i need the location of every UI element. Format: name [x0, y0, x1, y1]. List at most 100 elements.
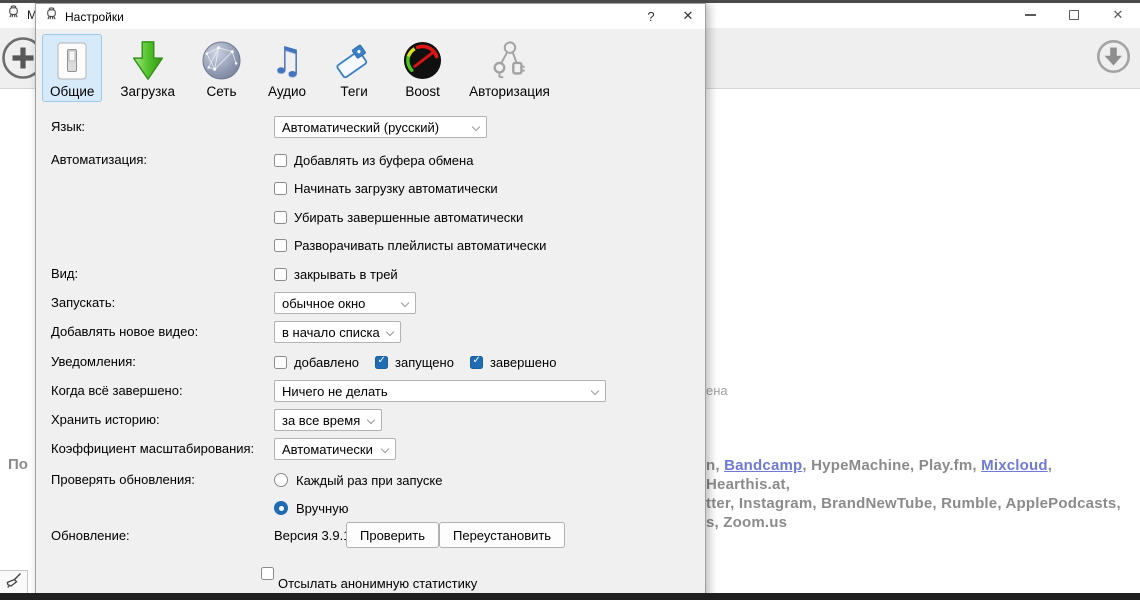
keys-icon	[486, 38, 532, 83]
checkbox-label: завершено	[489, 354, 557, 370]
tab-label: Аудио	[267, 84, 307, 99]
form-row-automation-2: Начинать загрузку автоматически	[51, 176, 693, 200]
sites-text: s, Zoom.us	[706, 514, 788, 531]
dialog-close-button[interactable]: ✕	[673, 4, 703, 29]
launch-label: Запускать:	[51, 295, 116, 310]
tab-general[interactable]: Общие	[42, 34, 103, 102]
checkbox-notify-finished[interactable]: завершено	[469, 350, 557, 374]
radio-dot	[274, 501, 288, 515]
dialog-titlebar[interactable]: Настройки ? ✕	[36, 4, 705, 29]
checkbox-send-anonymous-stats[interactable]	[261, 567, 274, 580]
window-top-edge	[0, 0, 1140, 3]
view-label: Вид:	[51, 266, 79, 281]
checkbox-box	[274, 355, 287, 369]
form-row-view: Вид: закрывать в трей	[51, 262, 693, 286]
form-row-automation-4: Разворачивать плейлисты автоматически	[51, 233, 693, 257]
tab-label: Общие	[50, 84, 95, 99]
scaling-label: Коэффициент масштабирования:	[51, 441, 255, 456]
tab-boost[interactable]: Boost	[394, 34, 451, 102]
reinstall-button[interactable]: Переустановить	[439, 522, 566, 548]
tab-audio[interactable]: ♫ Аудио	[260, 34, 314, 102]
checkbox-box	[375, 355, 389, 369]
bandcamp-link[interactable]: Bandcamp	[724, 457, 802, 474]
select-value: обычное окно	[282, 295, 366, 311]
radio-manual[interactable]: Вручную	[274, 496, 348, 520]
tab-label: Теги	[340, 84, 368, 99]
checkbox-label: Убирать завершенные автоматически	[294, 209, 524, 225]
sites-line-2: tter, Instagram, BrandNewTube, Rumble, A…	[706, 494, 1136, 513]
select-value: в начало списка	[282, 324, 380, 340]
switch-icon	[53, 38, 91, 83]
chevron-down-icon	[400, 298, 410, 307]
checkbox-remove-completed-auto[interactable]: Убирать завершенные автоматически	[274, 205, 523, 229]
background-text-fragment: ена	[706, 383, 728, 398]
supported-sites-text: n, Bandcamp, HypeMachine, Play.fm, Mixcl…	[706, 456, 1136, 532]
form-row-language: Язык: Автоматический (русский)	[51, 115, 693, 139]
help-button[interactable]: ?	[637, 4, 665, 29]
tab-network[interactable]: Сеть	[193, 34, 250, 102]
checkbox-label: Начинать загрузку автоматически	[294, 180, 498, 196]
notifications-label: Уведомления:	[51, 354, 136, 369]
checkbox-expand-playlists-auto[interactable]: Разворачивать плейлисты автоматически	[274, 233, 546, 257]
checkbox-label: Разворачивать плейлисты автоматически	[294, 237, 547, 253]
minimize-button[interactable]	[1008, 8, 1052, 23]
minimize-icon	[1024, 14, 1036, 16]
radio-label: Каждый раз при запуске	[296, 472, 443, 488]
checkbox-box	[469, 355, 483, 369]
tab-tags[interactable]: Теги	[324, 34, 384, 102]
automation-label: Автоматизация:	[51, 152, 147, 167]
tab-download[interactable]: Загрузка	[112, 34, 183, 102]
checkbox-box	[274, 267, 287, 281]
checkbox-box	[274, 181, 287, 195]
brush-icon	[6, 572, 21, 588]
history-select[interactable]: за все время	[274, 409, 382, 431]
app-icon	[6, 5, 21, 25]
launch-mode-select[interactable]: обычное окно	[274, 292, 416, 314]
form-row-update: Обновление: Версия 3.9.17 Проверить Пере…	[51, 522, 693, 550]
select-value: Ничего не делать	[282, 383, 388, 399]
form-row-scaling: Коэффициент масштабирования: Автоматичес…	[51, 437, 693, 461]
close-button[interactable]: ✕	[1096, 8, 1140, 23]
tab-authorization[interactable]: Авторизация	[461, 34, 558, 102]
form-row-launch: Запускать: обычное окно	[51, 291, 693, 315]
tab-label: Загрузка	[120, 84, 175, 99]
add-new-video-label: Добавлять новое видео:	[51, 324, 199, 339]
globe-icon	[201, 38, 242, 83]
radio-check-every-launch[interactable]: Каждый раз при запуске	[274, 468, 442, 492]
sites-text: n,	[706, 457, 725, 474]
checkbox-notify-started[interactable]: запущено	[375, 350, 454, 374]
checkbox-start-download-auto[interactable]: Начинать загрузку автоматически	[274, 176, 498, 200]
settings-dialog: Настройки ? ✕ Общие Загрузка Сеть ♫ Ауди…	[35, 3, 706, 600]
when-done-label: Когда всё завершено:	[51, 383, 183, 398]
checkbox-label: Добавлять из буфера обмена	[294, 152, 474, 168]
chevron-down-icon	[471, 122, 481, 131]
checkbox-box	[274, 210, 287, 224]
checkbox-add-from-clipboard[interactable]: Добавлять из буфера обмена	[274, 148, 473, 172]
maximize-icon	[1069, 10, 1079, 20]
checkbox-box	[274, 238, 287, 252]
form-row-automation-3: Убирать завершенные автоматически	[51, 205, 693, 229]
chevron-down-icon	[366, 415, 376, 424]
checkbox-close-to-tray[interactable]: закрывать в трей	[274, 262, 398, 286]
sites-text: tter, Instagram, BrandNewTube, Rumble, A…	[706, 495, 1121, 512]
language-label: Язык:	[51, 119, 85, 134]
checkbox-notify-added[interactable]: добавлено	[274, 350, 359, 374]
taskbar[interactable]	[0, 593, 1140, 600]
download-all-button[interactable]	[1096, 39, 1131, 79]
language-select[interactable]: Автоматический (русский)	[274, 116, 487, 138]
form-row-updates-1: Проверять обновления: Каждый раз при зап…	[51, 468, 693, 492]
check-updates-button[interactable]: Проверить	[346, 522, 440, 548]
mixcloud-link[interactable]: Mixcloud	[981, 457, 1048, 474]
form-row-add-new-video: Добавлять новое видео: в начало списка	[51, 320, 693, 344]
checkbox-box	[274, 153, 287, 167]
form-row-notifications: Уведомления: добавлено запущено завершен…	[51, 350, 693, 374]
supported-sites-prefix: По	[8, 456, 28, 473]
when-done-select[interactable]: Ничего не делать	[274, 380, 606, 402]
clear-list-button[interactable]	[5, 572, 22, 594]
add-new-video-select[interactable]: в начало списка	[274, 321, 401, 343]
chevron-down-icon	[385, 327, 395, 336]
chevron-down-icon	[590, 386, 600, 395]
maximize-button[interactable]	[1052, 8, 1096, 23]
scaling-select[interactable]: Автоматически	[274, 438, 396, 460]
notifications-group: добавлено запущено завершено	[274, 350, 572, 374]
